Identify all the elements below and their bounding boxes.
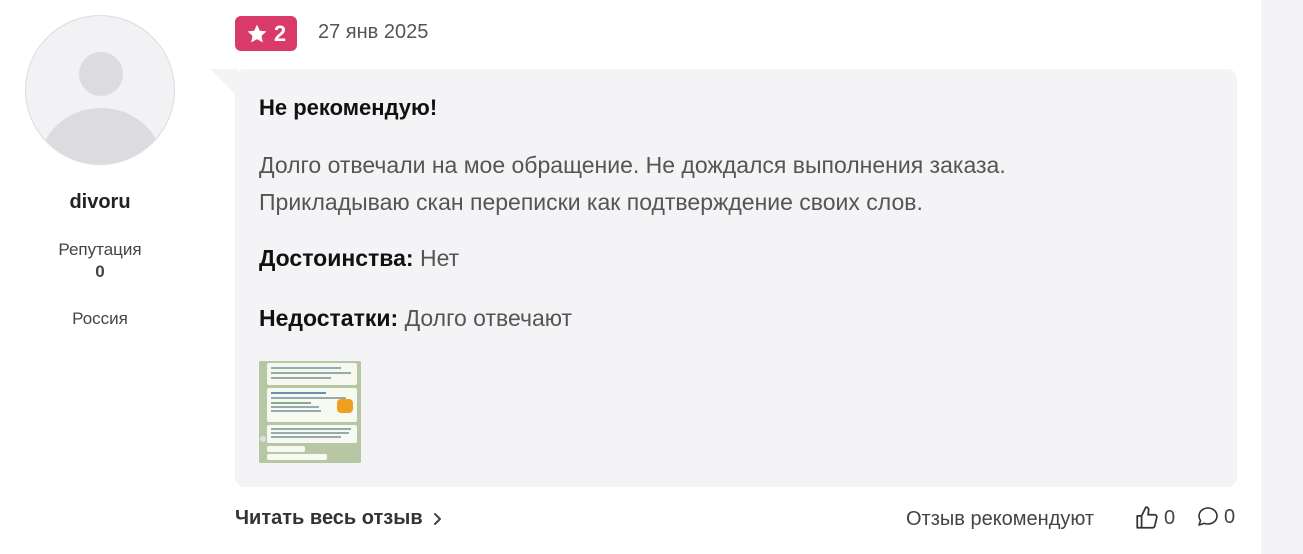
read-full-label: Читать весь отзыв	[235, 507, 423, 529]
rating-value: 2	[273, 20, 287, 46]
author-name[interactable]: divoru	[0, 191, 200, 214]
avatar[interactable]	[25, 15, 175, 165]
review-date: 27 янв 2025	[318, 21, 429, 43]
cons-label: Недостатки:	[259, 305, 399, 331]
comments-button[interactable]: 0	[1196, 505, 1235, 529]
review-cons: Недостатки: Долго отвечают	[259, 305, 572, 332]
comment-icon	[1198, 507, 1218, 526]
pros-label: Достоинства:	[259, 245, 414, 271]
reputation-label: Репутация	[58, 240, 142, 259]
reputation-value: 0	[95, 262, 105, 281]
user-placeholder-icon	[39, 52, 163, 164]
cons-value: Долго отвечают	[404, 305, 573, 331]
comments-count: 0	[1224, 505, 1236, 528]
review-title: Не рекомендую!	[259, 95, 438, 120]
page-side-strip	[1261, 0, 1303, 554]
read-full-review-link[interactable]: Читать весь отзыв	[235, 507, 443, 530]
review-card: Не рекомендую! Долго отвечали на мое обр…	[235, 69, 1237, 487]
rating-badge: 2	[235, 16, 297, 51]
review-text: Долго отвечали на мое обращение. Не дожд…	[259, 152, 1006, 215]
thumbs-up-icon	[1136, 506, 1158, 529]
pros-value: Нет	[419, 245, 460, 271]
chevron-right-icon	[433, 512, 441, 525]
likes-count: 0	[1164, 506, 1176, 529]
attachment-thumbnail[interactable]	[259, 361, 361, 463]
chat-screenshot-image	[259, 361, 361, 463]
author-country: Россия	[72, 309, 128, 328]
review-pros: Достоинства: Нет	[259, 245, 459, 272]
like-button[interactable]: 0	[1134, 505, 1175, 531]
star-icon	[247, 24, 267, 42]
recommend-label: Отзыв рекомендуют	[906, 508, 1095, 530]
